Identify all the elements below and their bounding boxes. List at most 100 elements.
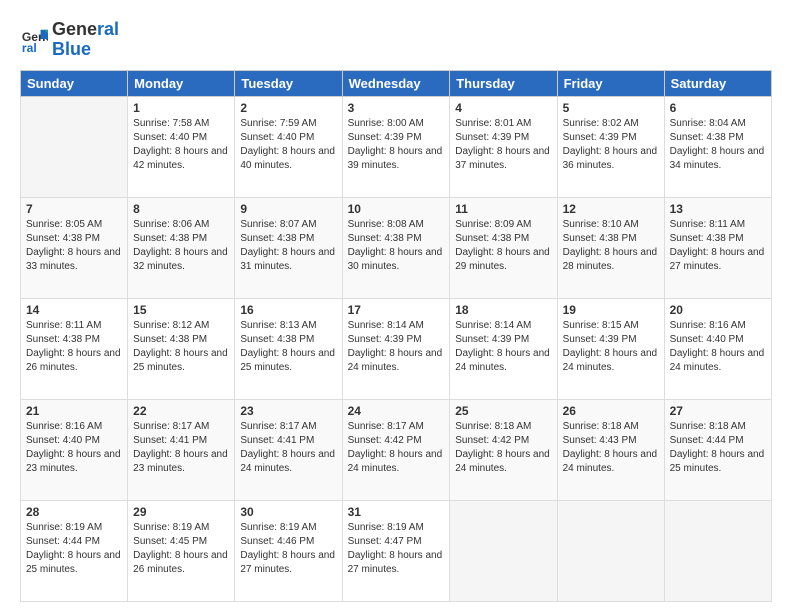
day-number: 26	[563, 404, 659, 418]
calendar-cell: 13 Sunrise: 8:11 AM Sunset: 4:38 PM Dayl…	[664, 197, 771, 298]
day-info: Sunrise: 8:06 AM Sunset: 4:38 PM Dayligh…	[133, 218, 229, 274]
weekday-header: Friday	[557, 70, 664, 96]
day-number: 20	[670, 303, 766, 317]
calendar-cell: 15 Sunrise: 8:12 AM Sunset: 4:38 PM Dayl…	[128, 298, 235, 399]
day-info: Sunrise: 8:17 AM Sunset: 4:41 PM Dayligh…	[240, 420, 336, 476]
day-number: 11	[455, 202, 551, 216]
weekday-header: Monday	[128, 70, 235, 96]
day-info: Sunrise: 8:11 AM Sunset: 4:38 PM Dayligh…	[670, 218, 766, 274]
calendar-cell: 14 Sunrise: 8:11 AM Sunset: 4:38 PM Dayl…	[21, 298, 128, 399]
day-info: Sunrise: 8:16 AM Sunset: 4:40 PM Dayligh…	[670, 319, 766, 375]
calendar-cell: 4 Sunrise: 8:01 AM Sunset: 4:39 PM Dayli…	[450, 96, 557, 197]
day-number: 1	[133, 101, 229, 115]
weekday-header: Thursday	[450, 70, 557, 96]
calendar-cell: 12 Sunrise: 8:10 AM Sunset: 4:38 PM Dayl…	[557, 197, 664, 298]
calendar-cell: 26 Sunrise: 8:18 AM Sunset: 4:43 PM Dayl…	[557, 399, 664, 500]
calendar-week-row: 14 Sunrise: 8:11 AM Sunset: 4:38 PM Dayl…	[21, 298, 772, 399]
day-info: Sunrise: 8:01 AM Sunset: 4:39 PM Dayligh…	[455, 117, 551, 173]
calendar-cell: 21 Sunrise: 8:16 AM Sunset: 4:40 PM Dayl…	[21, 399, 128, 500]
day-info: Sunrise: 8:16 AM Sunset: 4:40 PM Dayligh…	[26, 420, 122, 476]
header: Gene ral General Blue	[20, 20, 772, 60]
day-number: 27	[670, 404, 766, 418]
calendar-cell: 19 Sunrise: 8:15 AM Sunset: 4:39 PM Dayl…	[557, 298, 664, 399]
calendar-cell: 24 Sunrise: 8:17 AM Sunset: 4:42 PM Dayl…	[342, 399, 450, 500]
calendar-cell	[450, 500, 557, 601]
calendar-cell: 9 Sunrise: 8:07 AM Sunset: 4:38 PM Dayli…	[235, 197, 342, 298]
day-number: 6	[670, 101, 766, 115]
calendar-cell: 31 Sunrise: 8:19 AM Sunset: 4:47 PM Dayl…	[342, 500, 450, 601]
calendar-cell: 20 Sunrise: 8:16 AM Sunset: 4:40 PM Dayl…	[664, 298, 771, 399]
calendar-body: 1 Sunrise: 7:58 AM Sunset: 4:40 PM Dayli…	[21, 96, 772, 601]
calendar-cell: 16 Sunrise: 8:13 AM Sunset: 4:38 PM Dayl…	[235, 298, 342, 399]
day-number: 24	[348, 404, 445, 418]
day-number: 22	[133, 404, 229, 418]
day-info: Sunrise: 8:17 AM Sunset: 4:41 PM Dayligh…	[133, 420, 229, 476]
day-number: 15	[133, 303, 229, 317]
calendar-cell: 1 Sunrise: 7:58 AM Sunset: 4:40 PM Dayli…	[128, 96, 235, 197]
day-info: Sunrise: 8:17 AM Sunset: 4:42 PM Dayligh…	[348, 420, 445, 476]
weekday-header: Sunday	[21, 70, 128, 96]
day-number: 7	[26, 202, 122, 216]
calendar-cell	[557, 500, 664, 601]
calendar-cell: 18 Sunrise: 8:14 AM Sunset: 4:39 PM Dayl…	[450, 298, 557, 399]
day-info: Sunrise: 7:58 AM Sunset: 4:40 PM Dayligh…	[133, 117, 229, 173]
calendar-header: SundayMondayTuesdayWednesdayThursdayFrid…	[21, 70, 772, 96]
day-info: Sunrise: 8:09 AM Sunset: 4:38 PM Dayligh…	[455, 218, 551, 274]
day-info: Sunrise: 8:18 AM Sunset: 4:42 PM Dayligh…	[455, 420, 551, 476]
day-info: Sunrise: 8:07 AM Sunset: 4:38 PM Dayligh…	[240, 218, 336, 274]
day-number: 23	[240, 404, 336, 418]
day-info: Sunrise: 8:02 AM Sunset: 4:39 PM Dayligh…	[563, 117, 659, 173]
day-number: 28	[26, 505, 122, 519]
day-info: Sunrise: 8:05 AM Sunset: 4:38 PM Dayligh…	[26, 218, 122, 274]
day-info: Sunrise: 8:00 AM Sunset: 4:39 PM Dayligh…	[348, 117, 445, 173]
calendar-cell: 23 Sunrise: 8:17 AM Sunset: 4:41 PM Dayl…	[235, 399, 342, 500]
day-number: 4	[455, 101, 551, 115]
day-info: Sunrise: 8:13 AM Sunset: 4:38 PM Dayligh…	[240, 319, 336, 375]
calendar-cell: 22 Sunrise: 8:17 AM Sunset: 4:41 PM Dayl…	[128, 399, 235, 500]
day-number: 30	[240, 505, 336, 519]
calendar-week-row: 21 Sunrise: 8:16 AM Sunset: 4:40 PM Dayl…	[21, 399, 772, 500]
day-number: 16	[240, 303, 336, 317]
day-info: Sunrise: 8:11 AM Sunset: 4:38 PM Dayligh…	[26, 319, 122, 375]
day-number: 2	[240, 101, 336, 115]
logo-icon: Gene ral	[20, 26, 48, 54]
page: Gene ral General Blue SundayMondayTuesda…	[0, 0, 792, 612]
day-number: 17	[348, 303, 445, 317]
day-number: 29	[133, 505, 229, 519]
day-info: Sunrise: 8:19 AM Sunset: 4:47 PM Dayligh…	[348, 521, 445, 577]
day-number: 5	[563, 101, 659, 115]
day-info: Sunrise: 8:10 AM Sunset: 4:38 PM Dayligh…	[563, 218, 659, 274]
day-number: 19	[563, 303, 659, 317]
calendar-week-row: 1 Sunrise: 7:58 AM Sunset: 4:40 PM Dayli…	[21, 96, 772, 197]
weekday-header: Saturday	[664, 70, 771, 96]
day-info: Sunrise: 8:19 AM Sunset: 4:44 PM Dayligh…	[26, 521, 122, 577]
day-info: Sunrise: 8:19 AM Sunset: 4:46 PM Dayligh…	[240, 521, 336, 577]
calendar-cell	[21, 96, 128, 197]
day-info: Sunrise: 7:59 AM Sunset: 4:40 PM Dayligh…	[240, 117, 336, 173]
day-number: 8	[133, 202, 229, 216]
calendar-cell: 10 Sunrise: 8:08 AM Sunset: 4:38 PM Dayl…	[342, 197, 450, 298]
day-number: 18	[455, 303, 551, 317]
calendar-table: SundayMondayTuesdayWednesdayThursdayFrid…	[20, 70, 772, 602]
day-number: 31	[348, 505, 445, 519]
calendar-week-row: 28 Sunrise: 8:19 AM Sunset: 4:44 PM Dayl…	[21, 500, 772, 601]
day-number: 9	[240, 202, 336, 216]
day-info: Sunrise: 8:14 AM Sunset: 4:39 PM Dayligh…	[455, 319, 551, 375]
logo: Gene ral General Blue	[20, 20, 119, 60]
day-number: 12	[563, 202, 659, 216]
calendar-cell: 17 Sunrise: 8:14 AM Sunset: 4:39 PM Dayl…	[342, 298, 450, 399]
header-row: SundayMondayTuesdayWednesdayThursdayFrid…	[21, 70, 772, 96]
day-number: 21	[26, 404, 122, 418]
day-info: Sunrise: 8:14 AM Sunset: 4:39 PM Dayligh…	[348, 319, 445, 375]
calendar-cell: 29 Sunrise: 8:19 AM Sunset: 4:45 PM Dayl…	[128, 500, 235, 601]
day-info: Sunrise: 8:18 AM Sunset: 4:44 PM Dayligh…	[670, 420, 766, 476]
day-info: Sunrise: 8:18 AM Sunset: 4:43 PM Dayligh…	[563, 420, 659, 476]
svg-text:ral: ral	[22, 41, 37, 54]
logo-text: General Blue	[52, 20, 119, 60]
calendar-cell: 30 Sunrise: 8:19 AM Sunset: 4:46 PM Dayl…	[235, 500, 342, 601]
calendar-cell: 3 Sunrise: 8:00 AM Sunset: 4:39 PM Dayli…	[342, 96, 450, 197]
day-number: 10	[348, 202, 445, 216]
day-info: Sunrise: 8:04 AM Sunset: 4:38 PM Dayligh…	[670, 117, 766, 173]
day-number: 13	[670, 202, 766, 216]
weekday-header: Wednesday	[342, 70, 450, 96]
